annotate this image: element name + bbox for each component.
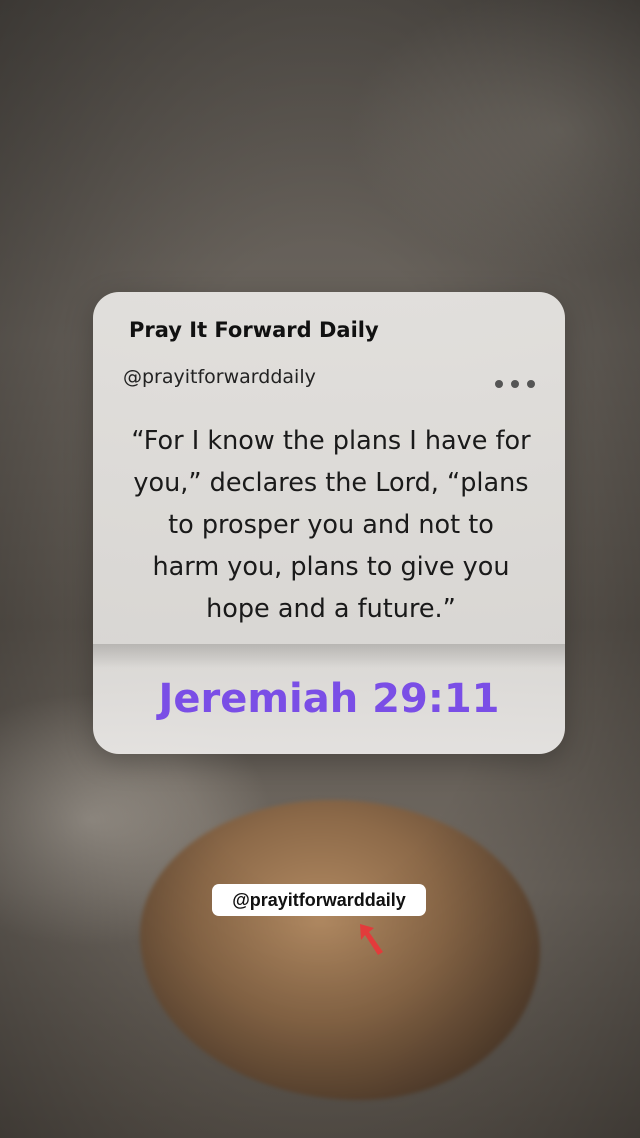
card-divider (93, 644, 565, 668)
scripture-reference: Jeremiah 29:11 (158, 676, 500, 722)
more-dot (495, 380, 503, 388)
post-card: Pray It Forward Daily @prayitforwarddail… (93, 292, 565, 754)
more-options-icon[interactable] (495, 378, 535, 390)
arrow-pointer-icon (360, 924, 383, 955)
scripture-quote: “For I know the plans I have for you,” d… (131, 426, 531, 624)
more-dot (527, 380, 535, 388)
more-dot (511, 380, 519, 388)
account-name: Pray It Forward Daily (129, 318, 379, 342)
mention-tag[interactable]: @prayitforwarddaily (212, 884, 426, 916)
account-handle: @prayitforwarddaily (123, 366, 316, 388)
